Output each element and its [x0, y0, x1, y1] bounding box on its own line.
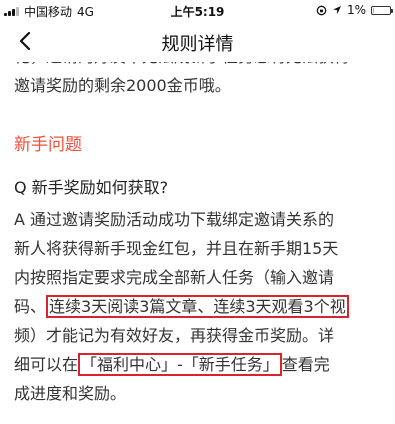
nav-bar: 规则详情: [0, 20, 395, 62]
battery-percent: 1%: [346, 3, 366, 17]
answer-text: 细可以在: [14, 355, 79, 374]
answer-line: 频）才能记为有效好友，再获得金币奖励。详: [0, 321, 395, 350]
rotation-lock-icon: [316, 5, 327, 15]
page-title: 规则详情: [161, 34, 234, 55]
answer-text: ）才能记为有效好友，再获得金币奖励。详: [30, 326, 335, 345]
rules-content: 化，邀请的好友中无法成新手任务您将无法获得 邀请奖励的剩余2000金币哦。 新手…: [0, 62, 395, 424]
answer-line: 新人将获得新手现金红包，并且在新手期15天: [14, 239, 339, 258]
answer-line: 内按照指定要求完成全部新人任务（输入邀请: [14, 268, 335, 287]
answer-line: A 通过邀请奖励活动成功下载绑定邀请关系的: [14, 210, 335, 229]
status-bar: 中国移动 4G 上午5:19 1%: [0, 0, 395, 20]
section-title: 新手问题: [14, 135, 82, 155]
status-right: 1%: [316, 3, 393, 17]
answer-text: 频: [14, 326, 31, 345]
faq-answer: A 通过邀请奖励活动成功下载绑定邀请关系的 新人将获得新手现金红包，并且在新手期…: [0, 205, 395, 408]
previous-paragraph-line: 化，邀请的好友中无法成新手任务您将无法获得: [0, 62, 395, 71]
highlight-box-menu-path: 「福利中心」-「新手任务」: [78, 353, 282, 376]
previous-paragraph: 化，邀请的好友中无法成新手任务您将无法获得 邀请奖励的剩余2000金币哦。: [0, 62, 395, 100]
location-arrow-icon: [332, 6, 341, 14]
faq-question: Q 新手奖励如何获取?: [14, 178, 169, 197]
answer-line: 码、 连续3天阅读3篇文章、连续3天观看3个视: [0, 292, 395, 321]
previous-paragraph-line: 邀请奖励的剩余2000金币哦。: [14, 76, 231, 95]
battery-icon: [371, 5, 393, 15]
answer-text: 码、: [14, 297, 47, 316]
answer-line: 成进度和奖励。: [14, 384, 127, 403]
answer-line: 细可以在 「福利中心」-「新手任务」 查看完: [0, 350, 395, 379]
answer-text: 查看完: [281, 355, 330, 374]
highlight-box-tasks: 连续3天阅读3篇文章、连续3天观看3个视: [46, 295, 349, 318]
